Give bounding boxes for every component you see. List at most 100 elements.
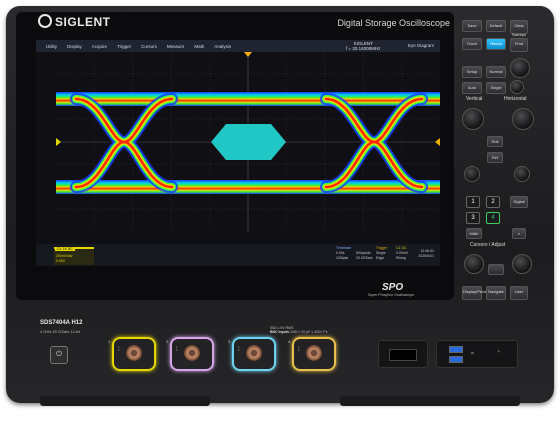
cursor-select-button[interactable]	[488, 264, 504, 275]
brand-logo: SIGLENT	[38, 14, 111, 29]
menu-bar: Utility Display Acquire Trigger Cursors …	[36, 40, 440, 52]
display-persist-button[interactable]: Display/Persist	[462, 286, 489, 300]
expansion-slot[interactable]	[389, 349, 417, 361]
trigger-source: C1 DC	[396, 246, 407, 250]
memory-depth: 100kpts	[336, 256, 349, 260]
ground-terminal-icon: ⏚	[497, 349, 501, 353]
roll-button[interactable]: Roll	[487, 136, 503, 147]
sample-rate: 20.0GSa/s	[356, 256, 373, 260]
trigger-position-marker	[244, 52, 252, 57]
vertical-scale-knob[interactable]	[462, 108, 484, 130]
search-icon: ⌕	[517, 231, 521, 236]
menu-measure[interactable]: Measure	[167, 44, 185, 49]
menu-trigger[interactable]: Trigger	[117, 44, 131, 49]
usb-icon: ⇌	[471, 351, 474, 355]
bnc-input-rating: 50Ω ≤ 5V RMS BNC Inputs 1MΩ // 20 pF ≤ 4…	[270, 326, 327, 334]
auto-button[interactable]: Auto	[462, 82, 482, 94]
channel-1-coupling: 1X DC	[62, 247, 73, 251]
probe-pins-icon: ⁞	[118, 347, 120, 353]
timebase-trigger-readout[interactable]: Timebase Trigger C1 DC 0.00s 500ps/div Singl…	[336, 246, 416, 261]
bnc-number-3: 3	[228, 339, 231, 344]
trigger-slope: Rising	[396, 256, 406, 260]
bnc-connector-icon	[246, 345, 262, 361]
probe-pins-icon: ⁞	[176, 347, 178, 353]
setup-button[interactable]: Setup	[462, 66, 482, 78]
horizontal-position-knob[interactable]	[514, 166, 530, 182]
trigger-type: Edge	[376, 256, 385, 260]
cursor-b-knob[interactable]	[512, 254, 532, 274]
channel-4-button[interactable]: 4	[486, 212, 500, 224]
timebase-delay: 0.00s	[336, 251, 345, 255]
menu-display[interactable]: Display	[67, 44, 82, 49]
user-button[interactable]: User	[510, 286, 528, 300]
bnc-input-ch2[interactable]: 2 ⁞	[166, 337, 214, 371]
channel-1-box[interactable]: C1 1X DC 200mV/div 0.00V	[54, 247, 94, 265]
spo-tagline: Super Phosphor Oscilloscope	[368, 293, 415, 297]
bnc-input-ch4[interactable]: 4 ⁞	[288, 337, 336, 371]
spo-logo: SPO	[382, 282, 404, 293]
timebase-header: Timebase	[336, 246, 352, 250]
clock: 12:46:01 2025/04/1	[418, 249, 434, 259]
model-number: SDS7404A H12	[40, 320, 83, 326]
power-button[interactable]: ⏻	[50, 346, 68, 364]
vertical-position-knob[interactable]	[464, 166, 480, 182]
bnc-number-1: 1	[108, 339, 111, 344]
brand-name: SIGLENT	[55, 15, 111, 29]
touch-button[interactable]: Touch	[462, 38, 482, 50]
channel-1-tag: C1 1X DC	[55, 247, 75, 251]
save-button[interactable]: Save	[462, 20, 482, 32]
cursors-adjust-label: Cursors / Adjust	[470, 242, 506, 248]
navigate-button[interactable]: Navigate	[486, 286, 506, 300]
menu-math[interactable]: Math	[194, 44, 204, 49]
bnc-input-ch3[interactable]: 3 ⁞	[228, 337, 276, 371]
channel-1-button[interactable]: 1	[466, 196, 480, 208]
multipurpose-knob[interactable]	[510, 58, 530, 78]
bnc-input-ch1[interactable]: 1 ⁞	[108, 337, 156, 371]
trigger-level-knob[interactable]	[510, 80, 524, 94]
menu-acquire[interactable]: Acquire	[92, 44, 107, 49]
model-specs: 4 GHz 20 GSa/s 12-bit	[40, 329, 81, 334]
bnc-connector-icon	[306, 345, 322, 361]
bnc-inputs-title: BNC Inputs	[270, 330, 290, 334]
channel-3-button[interactable]: 3	[466, 212, 480, 224]
eye-mask-hexagon	[211, 124, 286, 160]
siglent-logo-icon	[38, 14, 52, 28]
horizontal-scale-knob[interactable]	[512, 108, 534, 130]
channel-2-button[interactable]: 2	[486, 196, 500, 208]
waveform-plot[interactable]	[56, 52, 440, 232]
channel-1-offset: 0.00V	[56, 259, 66, 263]
eye-diagram-label[interactable]: Eye Diagram	[408, 43, 434, 48]
menu-cursors[interactable]: Cursors	[141, 44, 157, 49]
control-panel: Save Default Clear Sweeps Touch History …	[462, 16, 540, 300]
display-screen[interactable]: Utility Display Acquire Trigger Cursors …	[36, 40, 440, 266]
menu-analysis[interactable]: Analysis	[214, 44, 231, 49]
usb-port-1[interactable]	[449, 346, 463, 353]
bnc-number-4: 4	[288, 339, 291, 344]
horizontal-label: Horizontal	[504, 96, 527, 102]
timebase-scale: 500ps/div	[356, 251, 371, 255]
usb-port-2[interactable]	[449, 356, 463, 363]
digital-button[interactable]: Digital	[510, 196, 528, 208]
search-button[interactable]: ⌕	[512, 228, 526, 239]
vertical-label: Vertical	[466, 96, 483, 102]
eye-upper-rail	[56, 92, 440, 106]
clock-date: 2025/04/1	[418, 254, 434, 258]
menu-utility[interactable]: Utility	[46, 44, 57, 49]
cursor-a-knob[interactable]	[464, 254, 484, 274]
single-button[interactable]: Single	[486, 82, 506, 94]
power-icon: ⏻	[56, 351, 62, 358]
bnc-connector-icon	[126, 345, 142, 361]
frequency-readout: f = 20.14000MHz	[346, 46, 381, 51]
channel-1-scale: 200mV/div	[56, 254, 73, 258]
bnc-number-2: 2	[166, 339, 169, 344]
clear-sweeps-button[interactable]: Clear Sweeps	[510, 20, 528, 37]
expansion-slot-panel	[378, 340, 428, 368]
print-button[interactable]: Print	[510, 38, 528, 52]
math-button[interactable]: Math	[466, 228, 482, 239]
history-button[interactable]: History	[486, 38, 506, 50]
default-button[interactable]: Default	[486, 20, 506, 32]
trigger-mode: Single	[376, 251, 386, 255]
normal-button[interactable]: Normal	[486, 66, 506, 78]
channel-1-tag-text: C1	[57, 247, 62, 251]
ref-button[interactable]: Ref	[487, 152, 503, 163]
